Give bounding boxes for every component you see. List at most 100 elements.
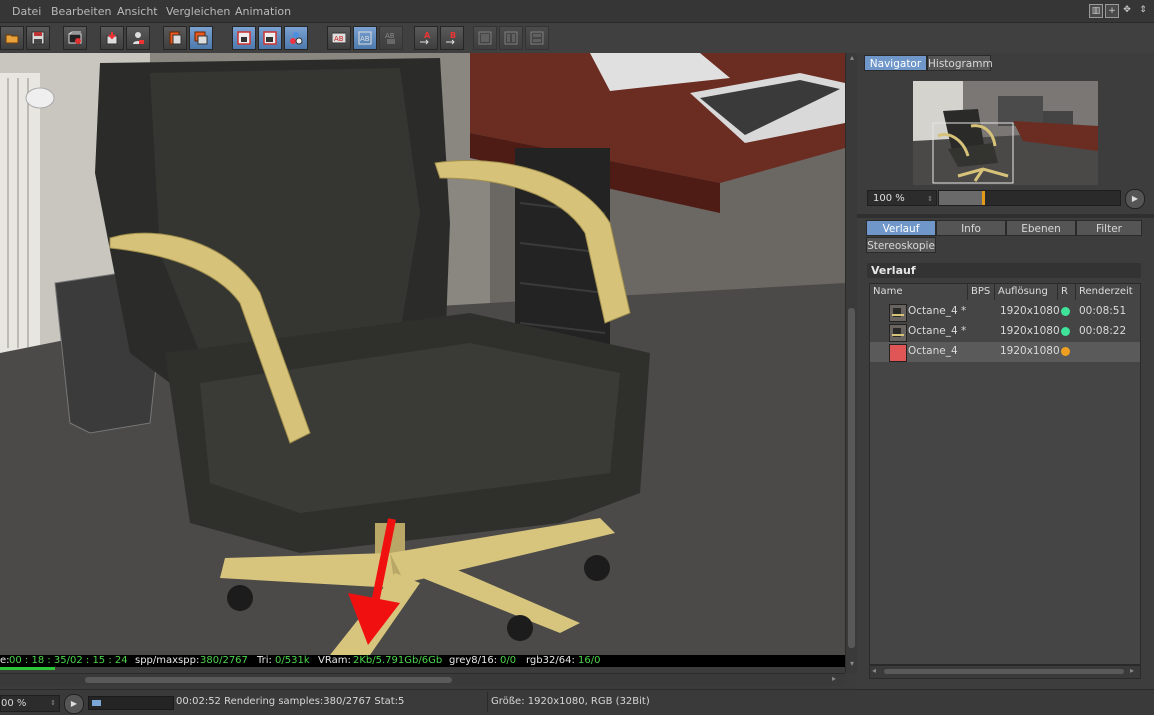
- svg-text:A: A: [424, 31, 431, 40]
- maximize-icon[interactable]: +: [1105, 4, 1119, 18]
- tab-filter[interactable]: Filter: [1076, 220, 1142, 236]
- tab-stereoskopie[interactable]: Stereoskopie: [866, 237, 936, 253]
- save-icon[interactable]: [26, 26, 50, 50]
- column-resolution[interactable]: Auflösung: [995, 284, 1058, 300]
- menu-datei[interactable]: Datei: [12, 5, 41, 18]
- svg-text:AB: AB: [334, 35, 344, 43]
- open-folder-icon[interactable]: [0, 26, 24, 50]
- move-icon[interactable]: ✥: [1121, 4, 1133, 16]
- rgb-value: 16/0: [578, 655, 601, 666]
- row-resolution: 1920x1080: [1000, 325, 1060, 337]
- viewport-horizontal-scrollbar[interactable]: ▸: [0, 673, 845, 686]
- table-row[interactable]: Octane_4 1920x1080: [870, 342, 1140, 362]
- scrollbar-thumb[interactable]: [85, 677, 452, 683]
- tab-verlauf[interactable]: Verlauf: [866, 220, 936, 236]
- svg-text:AB: AB: [360, 35, 370, 43]
- divider: [487, 692, 488, 712]
- tab-info[interactable]: Info: [936, 220, 1006, 236]
- menu-vergleichen[interactable]: Vergleichen: [166, 5, 230, 18]
- row-time: 00:08:51: [1079, 305, 1127, 317]
- tab-navigator[interactable]: Navigator: [864, 55, 927, 71]
- tab-histogramm[interactable]: Histogramm: [927, 55, 993, 71]
- menu-bearbeiten[interactable]: Bearbeiten: [51, 5, 111, 18]
- status-bar: 00 % ⇕ ▶ 00:02:52 Rendering samples:380/…: [0, 689, 1154, 715]
- row-thumbnail: [889, 304, 907, 322]
- rendering-thumbnail-icon: [889, 344, 907, 362]
- table-row[interactable]: Octane_4 * 1920x1080 00:08:22: [870, 322, 1140, 342]
- row-time: 00:08:22: [1079, 325, 1127, 337]
- resize-icon[interactable]: ⇕: [1137, 4, 1149, 16]
- panel-layout-icon[interactable]: ▥: [1089, 4, 1103, 18]
- scroll-up-icon[interactable]: ▴: [847, 53, 857, 63]
- render-progress-bar: [88, 696, 174, 710]
- time-value: 00 : 18 : 35/02 : 15 : 24: [9, 655, 128, 666]
- ab-compare-icon[interactable]: AB: [327, 26, 351, 50]
- column-bps[interactable]: BPS: [968, 284, 995, 300]
- spp-label: spp/maxspp:: [135, 655, 200, 666]
- compare-icon[interactable]: [284, 26, 308, 50]
- history-table: Name BPS Auflösung R Renderzeit Octane_4…: [869, 283, 1141, 665]
- layers-icon[interactable]: [189, 26, 213, 50]
- status-dot-icon: [1061, 347, 1070, 356]
- render-status-text: 00:02:52 Rendering samples:380/2767 Stat…: [176, 696, 405, 707]
- progress-fill: [92, 700, 101, 706]
- set-a-icon[interactable]: A: [414, 26, 438, 50]
- row-thumbnail: [889, 324, 907, 342]
- row-name: Octane_4 *: [908, 305, 967, 317]
- menu-ansicht[interactable]: Ansicht: [117, 5, 158, 18]
- layout-3-icon[interactable]: [525, 26, 549, 50]
- row-resolution: 1920x1080: [1000, 345, 1060, 357]
- menu-animation[interactable]: Animation: [235, 5, 291, 18]
- user-icon[interactable]: [126, 26, 150, 50]
- table-horizontal-scrollbar[interactable]: ◂ ▸: [869, 665, 1141, 679]
- slider-fill: [939, 191, 982, 205]
- play-icon[interactable]: ▶: [64, 694, 84, 714]
- region-render-icon[interactable]: [232, 26, 256, 50]
- vram-value: 2Kb/5.791Gb/6Gb: [353, 655, 443, 666]
- row-resolution: 1920x1080: [1000, 305, 1060, 317]
- scroll-down-icon[interactable]: ▾: [847, 659, 857, 669]
- navigator-zoom-slider[interactable]: [938, 190, 1121, 206]
- section-header: Verlauf: [867, 263, 1141, 278]
- slider-handle[interactable]: [982, 191, 985, 205]
- stack-icon[interactable]: [163, 26, 187, 50]
- render-viewport[interactable]: [0, 53, 845, 655]
- camera-region-icon[interactable]: [258, 26, 282, 50]
- vram-label: VRam:: [318, 655, 351, 666]
- render-settings-icon[interactable]: [63, 26, 87, 50]
- scrollbar-thumb[interactable]: [884, 669, 1124, 674]
- navigator-play-icon[interactable]: ▶: [1125, 189, 1145, 209]
- grey-value: 0/0: [500, 655, 517, 666]
- zoom-field[interactable]: 00 % ⇕: [0, 695, 60, 712]
- navigator-thumbnail[interactable]: [913, 81, 1098, 185]
- spinner-icon[interactable]: ⇕: [50, 696, 56, 711]
- column-renderzeit[interactable]: Renderzeit: [1076, 284, 1140, 300]
- grey-label: grey8/16:: [449, 655, 498, 666]
- set-b-icon[interactable]: B: [440, 26, 464, 50]
- spinner-icon[interactable]: ⇕: [927, 191, 933, 207]
- layout-2-icon[interactable]: [499, 26, 523, 50]
- ab-split-icon[interactable]: AB: [379, 26, 403, 50]
- copy-to-render-icon[interactable]: [100, 26, 124, 50]
- tab-ebenen[interactable]: Ebenen: [1006, 220, 1076, 236]
- navigator-zoom-field[interactable]: 100 % ⇕: [867, 190, 937, 206]
- render-stats-bar: e: 00 : 18 : 35/02 : 15 : 24 spp/maxspp:…: [0, 655, 845, 667]
- svg-text:B: B: [450, 31, 456, 40]
- column-r[interactable]: R: [1058, 284, 1076, 300]
- status-dot-icon: [1061, 327, 1070, 336]
- layout-1-icon[interactable]: [473, 26, 497, 50]
- table-row[interactable]: Octane_4 * 1920x1080 00:08:51: [870, 302, 1140, 322]
- column-name[interactable]: Name: [870, 284, 968, 300]
- render-progress-line: [0, 667, 55, 670]
- row-name: Octane_4: [908, 345, 958, 357]
- scroll-right-icon[interactable]: ▸: [1130, 666, 1134, 675]
- scroll-left-icon[interactable]: ◂: [872, 666, 876, 675]
- scrollbar-thumb[interactable]: [848, 308, 855, 648]
- svg-text:AB: AB: [385, 32, 395, 40]
- panel-splitter[interactable]: [857, 214, 1154, 218]
- ab-overlay-icon[interactable]: AB: [353, 26, 377, 50]
- rgb-label: rgb32/64:: [526, 655, 575, 666]
- tri-value: 0/531k: [275, 655, 310, 666]
- zoom-value: 00 %: [1, 698, 27, 709]
- scroll-right-icon[interactable]: ▸: [832, 674, 836, 683]
